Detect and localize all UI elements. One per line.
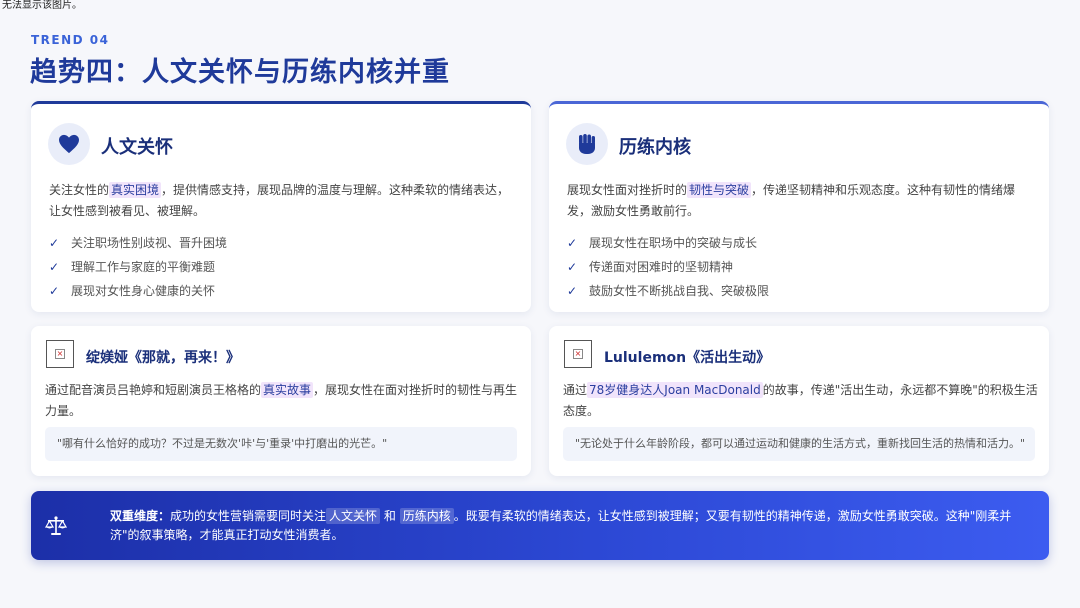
card-title: 人文关怀 <box>101 137 173 158</box>
card-description: 展现女性面对挫折时的 韧性与突破 ，传递坚韧精神和乐观态度。这种有韧性的情绪爆发，激… <box>567 182 1016 218</box>
highlight-text: 78岁健身达人Joan MacDonald <box>587 382 763 398</box>
broken-image-icon: × <box>46 340 74 368</box>
highlight-text: 历练内核 <box>399 508 454 524</box>
check-icon: ✓ <box>567 236 578 250</box>
check-icon: ✓ <box>567 284 578 298</box>
case-title: 绽媄娅《那就，再来！》 <box>86 350 240 366</box>
fist-icon <box>566 123 608 165</box>
card-description: 关注女性的 真实困境 ，提供情感支持，展现品牌的温度与理解。这种柔软的情绪表达，让女… <box>49 182 510 218</box>
trend-label: TREND 04 <box>31 33 110 47</box>
checklist: ✓ 展现女性在职场中的突破与成长 ✓ 传递面对困难时的坚韧精神 ✓ 鼓励女性不断挑战自… <box>567 231 769 303</box>
card-humanistic-care: 人文关怀 关注女性的 真实困境 ，提供情感支持，展现品牌的温度与理解。这种柔软的情绪… <box>31 101 531 312</box>
case-description: 通过 78岁健身达人Joan MacDonald 的故事，传递"活出生动，永远都不算… <box>563 382 1038 418</box>
case-description: 通过配音演员吕艳婷和短剧演员王格格的 真实故事 ，展现女性在面对挫折时的韧性与再生力… <box>45 382 518 418</box>
banner-text: 双重维度：成功的女性营销需要同时关注 人文关怀 和 历练内核 。既要有柔软的情绪表达… <box>110 508 1012 542</box>
case-title: Lululemon《活出生动》 <box>604 350 771 366</box>
check-icon: ✓ <box>49 260 60 274</box>
case-card-left: × 绽媄娅《那就，再来！》 通过配音演员吕艳婷和短剧演员王格格的 真实故事 ，展现女… <box>31 326 531 476</box>
list-item: ✓ 展现对女性身心健康的关怀 <box>49 279 227 303</box>
case-quote: "哪有什么恰好的成功？不过是无数次'咔'与'重录'中打磨出的光芒。" <box>45 427 517 461</box>
highlight-text: 人文关怀 <box>326 508 381 524</box>
check-icon: ✓ <box>49 284 60 298</box>
list-item: ✓ 鼓励女性不断挑战自我、突破极限 <box>567 279 769 303</box>
checklist: ✓ 关注职场性别歧视、晋升困境 ✓ 理解工作与家庭的平衡难题 ✓ 展现对女性身心健康的… <box>49 231 227 303</box>
check-icon: ✓ <box>567 260 578 274</box>
heart-icon <box>48 123 90 165</box>
list-item: ✓ 关注职场性别歧视、晋升困境 <box>49 231 227 255</box>
check-icon: ✓ <box>49 236 60 250</box>
card-title: 历练内核 <box>619 137 691 158</box>
page-title: 趋势四：人文关怀与历练内核并重 <box>30 57 450 88</box>
broken-image-alt-text: 无法显示该图片。 <box>2 0 82 11</box>
highlight-text: 真实困境 <box>109 182 162 198</box>
list-item: ✓ 理解工作与家庭的平衡难题 <box>49 255 227 279</box>
case-card-right: × Lululemon《活出生动》 通过 78岁健身达人Joan MacDonal… <box>549 326 1049 476</box>
scale-icon <box>45 516 67 535</box>
card-resilience-core: 历练内核 展现女性面对挫折时的 韧性与突破 ，传递坚韧精神和乐观态度。这种有韧性的情… <box>549 101 1049 312</box>
highlight-text: 真实故事 <box>261 382 314 398</box>
highlight-text: 韧性与突破 <box>687 182 752 198</box>
case-quote: "无论处于什么年龄阶段，都可以通过运动和健康的生活方式，重新找回生活的热情和活力… <box>563 427 1035 461</box>
summary-banner: 双重维度：成功的女性营销需要同时关注 人文关怀 和 历练内核 。既要有柔软的情绪表达… <box>31 491 1049 560</box>
list-item: ✓ 传递面对困难时的坚韧精神 <box>567 255 769 279</box>
broken-image-icon: × <box>564 340 592 368</box>
list-item: ✓ 展现女性在职场中的突破与成长 <box>567 231 769 255</box>
